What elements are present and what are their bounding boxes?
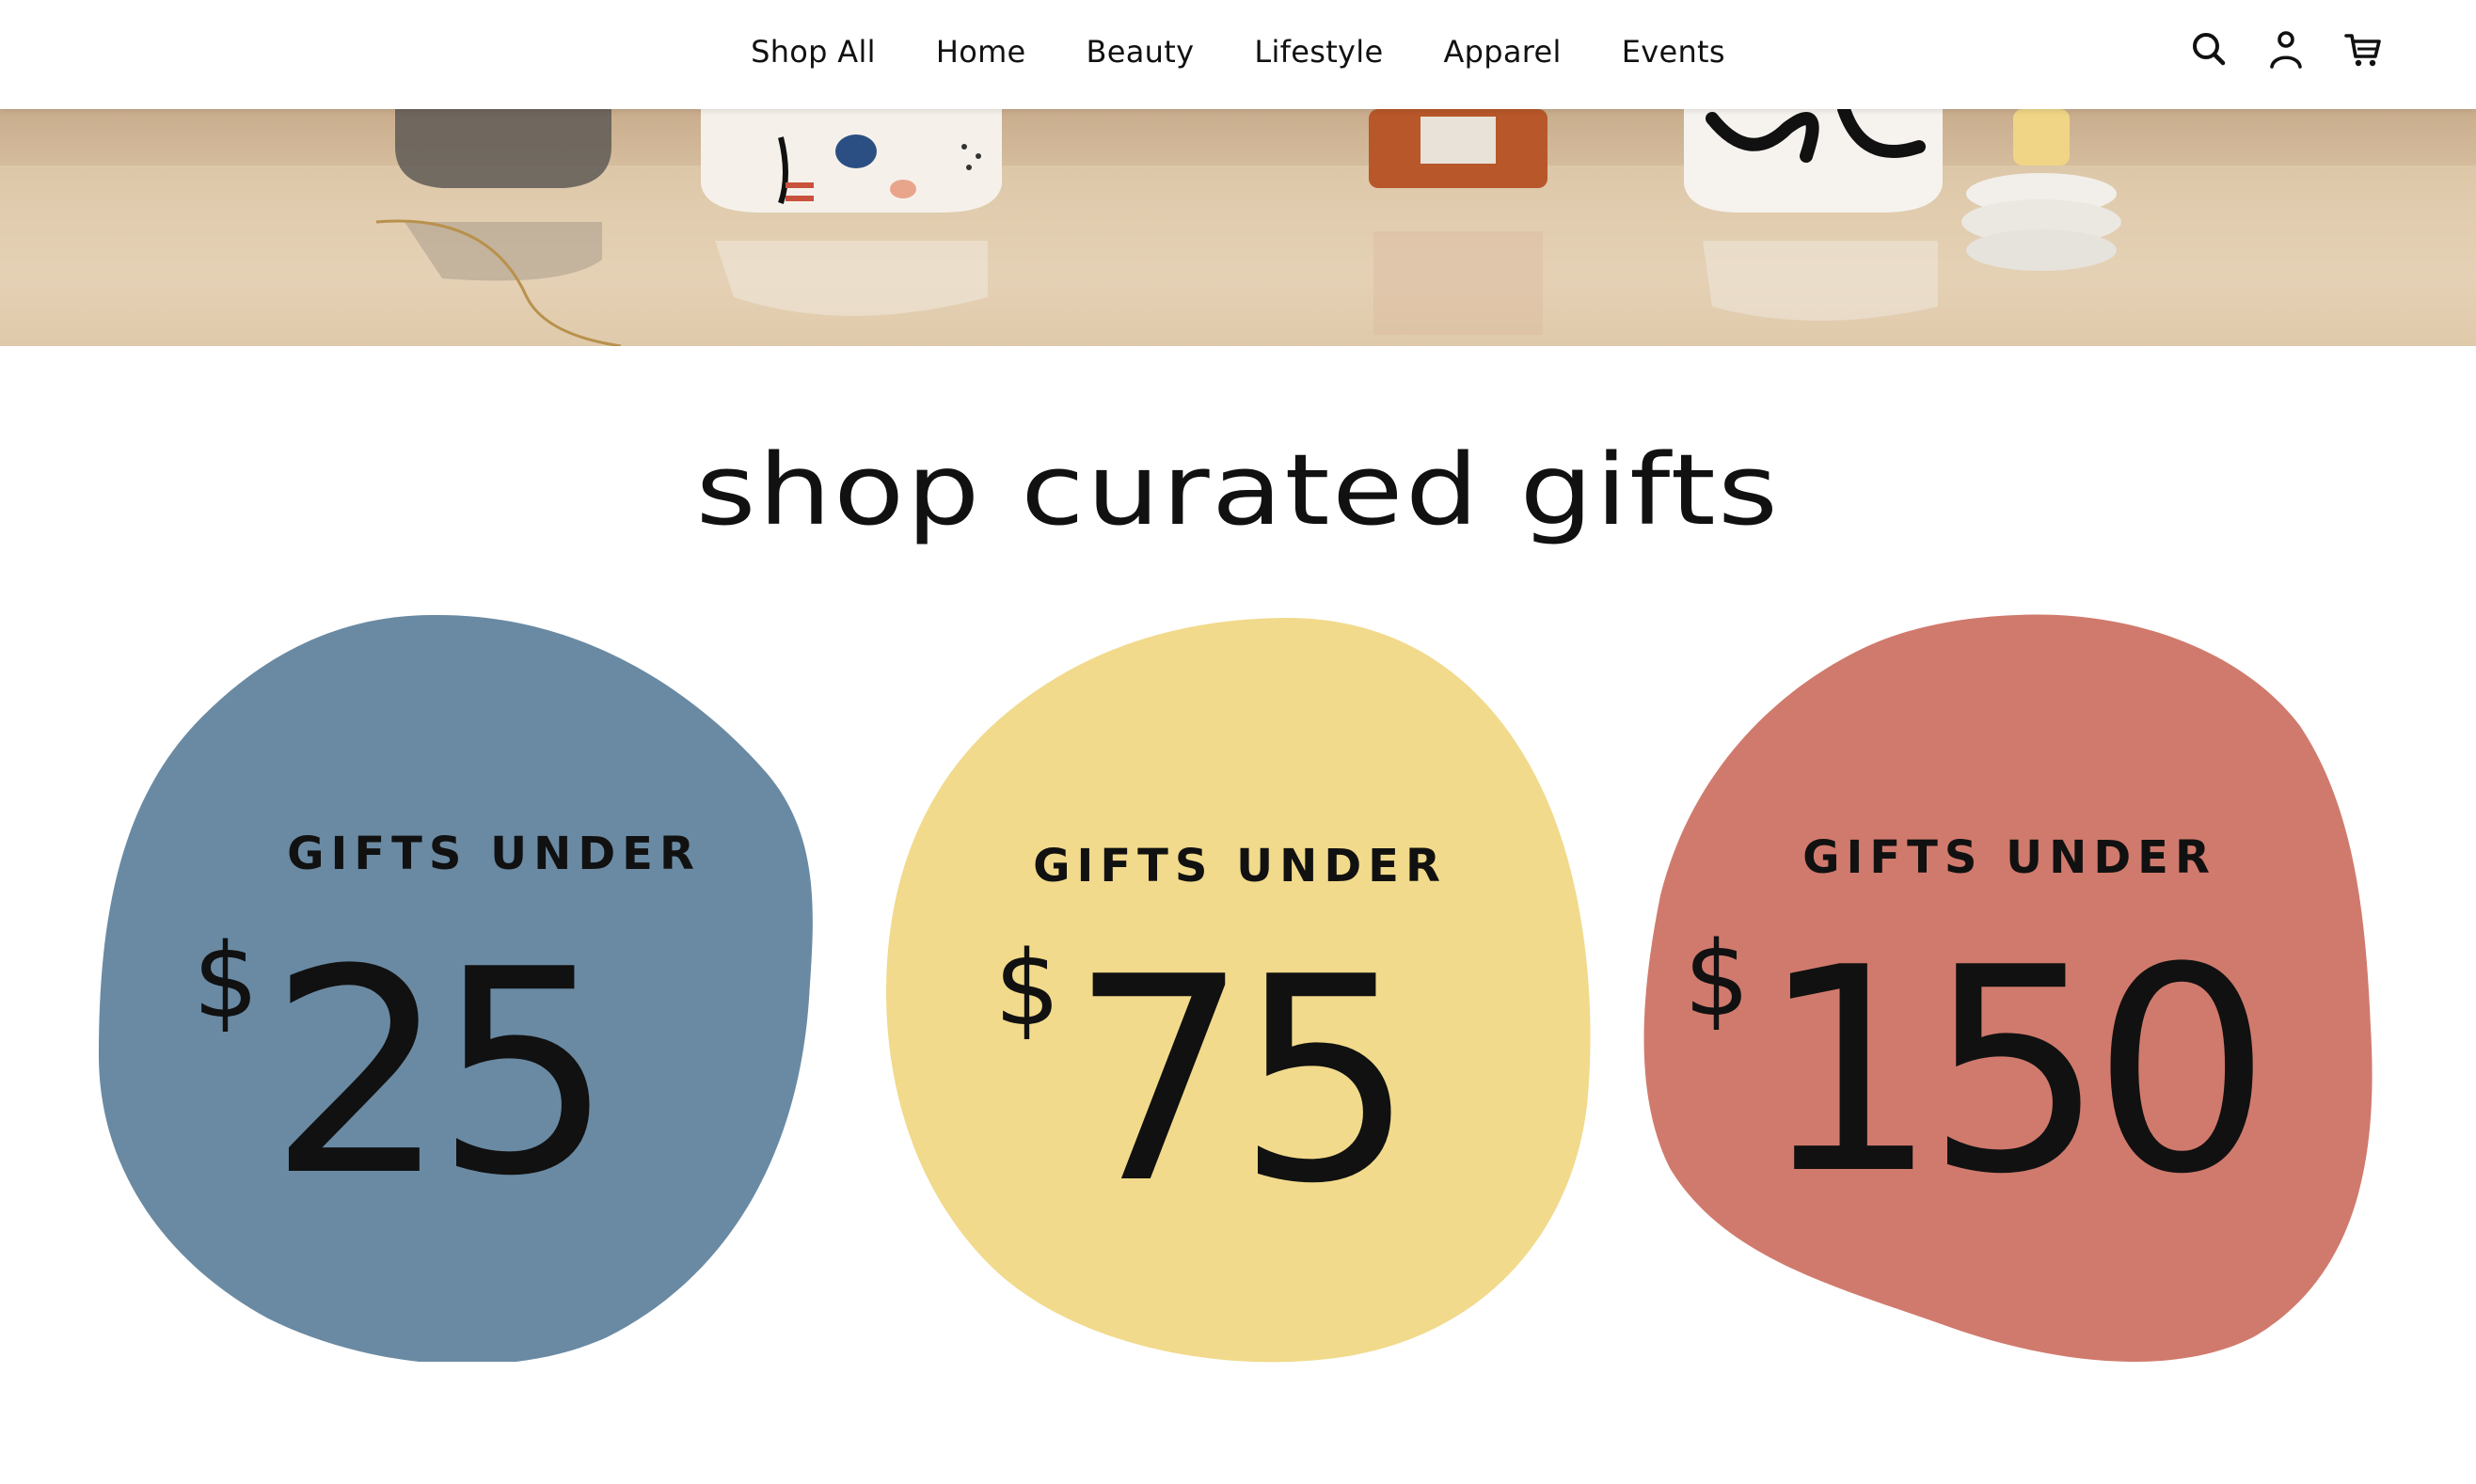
search-icon[interactable] bbox=[2190, 28, 2228, 70]
currency-symbol: $ bbox=[994, 928, 1060, 1049]
gift-amount: 150 bbox=[1759, 908, 2272, 1236]
gift-label-75: GIFTS UNDER bbox=[1033, 840, 1447, 892]
hero-photo bbox=[0, 109, 2476, 346]
gift-card-under-25[interactable]: GIFTS UNDER $ 25 bbox=[99, 613, 814, 1362]
currency-symbol: $ bbox=[193, 921, 259, 1041]
gift-label-25: GIFTS UNDER bbox=[287, 828, 701, 880]
gift-price-75: $ 75 bbox=[994, 917, 1416, 1245]
account-icon[interactable] bbox=[2267, 28, 2305, 70]
hero-banner bbox=[0, 109, 2476, 346]
section-title: shop curated gifts bbox=[695, 433, 1781, 547]
gift-amount: 75 bbox=[1070, 917, 1416, 1245]
site-header: Shop All Home Beauty Lifestyle Apparel E… bbox=[0, 0, 2476, 109]
gift-card-under-75[interactable]: GIFTS UNDER $ 75 bbox=[886, 616, 1594, 1364]
nav-events[interactable]: Events bbox=[1622, 34, 1725, 70]
nav-apparel[interactable]: Apparel bbox=[1443, 34, 1561, 70]
nav-lifestyle[interactable]: Lifestyle bbox=[1254, 34, 1383, 70]
currency-symbol: $ bbox=[1684, 919, 1750, 1039]
nav-beauty[interactable]: Beauty bbox=[1087, 34, 1195, 70]
gift-price-150: $ 150 bbox=[1684, 908, 2272, 1236]
cart-icon[interactable] bbox=[2344, 28, 2382, 70]
nav-home[interactable]: Home bbox=[936, 34, 1026, 70]
gift-label-150: GIFTS UNDER bbox=[1802, 831, 2216, 884]
main-nav: Shop All Home Beauty Lifestyle Apparel E… bbox=[0, 0, 2476, 103]
gift-amount: 25 bbox=[268, 909, 614, 1238]
gift-card-under-150[interactable]: GIFTS UNDER $ 150 bbox=[1642, 613, 2377, 1362]
nav-shop-all[interactable]: Shop All bbox=[751, 34, 876, 70]
gift-price-25: $ 25 bbox=[193, 909, 614, 1238]
header-icons bbox=[2190, 28, 2382, 70]
